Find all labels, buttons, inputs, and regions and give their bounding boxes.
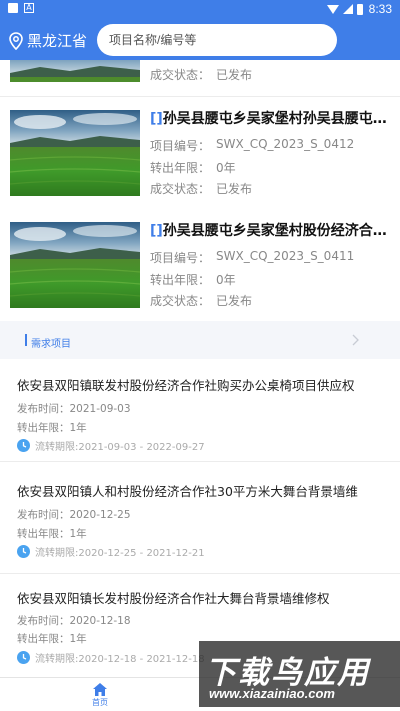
signal-icon: [342, 4, 353, 14]
demand-item[interactable]: 依安县双阳镇人和村股份经济合作社30平方米大舞台背景墙维 发布时间：2020-1…: [0, 467, 400, 567]
demand-item[interactable]: 依安县双阳镇联发村股份经济合作社购买办公桌椅项目供应权 发布时间：2021-09…: [0, 361, 400, 461]
period-text: 流转期限:2020-12-25 - 2021-12-21: [35, 548, 205, 559]
home-icon: [93, 683, 107, 696]
status-label: 成交状态：: [150, 294, 211, 308]
status-row: 成交状态： 已发布: [150, 292, 252, 309]
code-label: 项目编号：: [150, 139, 211, 153]
demand-title: 依安县双阳镇人和村股份经济合作社30平方米大舞台背景墙维: [17, 484, 358, 499]
term-label: 转出年限：: [150, 161, 211, 175]
location-pin-icon: [9, 31, 23, 50]
field-thumbnail: [10, 110, 140, 196]
transfer-period: 流转期限:2020-12-18 - 2021-12-18: [17, 650, 205, 665]
transfer-term: 转出年限：1年: [17, 528, 87, 540]
watermark-url: www.xiazainiao.com: [209, 686, 335, 701]
battery-icon: [356, 3, 363, 15]
status-time: 8:33: [368, 2, 392, 16]
code-label: 项目编号：: [150, 251, 211, 265]
search-input[interactable]: [97, 24, 337, 56]
app-header: A 8:33 黑龙江省: [0, 0, 400, 60]
code-value: SWX_CQ_2023_S_0411: [216, 249, 355, 263]
period-text: 流转期限:2020-12-18 - 2021-12-18: [35, 654, 205, 665]
code-value: SWX_CQ_2023_S_0412: [216, 137, 355, 151]
project-title: []孙吴县腰屯乡吴家堡村孙吴县腰屯乡吴家堡村: [150, 108, 390, 128]
status-value: 已发布: [216, 294, 253, 308]
title-bracket: []: [150, 111, 163, 127]
publish-time: 发布时间：2021-09-03: [17, 403, 131, 415]
section-accent-bar: [25, 334, 27, 346]
project-card[interactable]: []孙吴县腰屯乡吴家堡村股份经济合作社 项目编号： SWX_CQ_2023_S_0…: [0, 209, 400, 321]
transfer-term: 转出年限：1年: [17, 633, 87, 645]
project-card-partial[interactable]: 成交状态： 已发布: [0, 60, 400, 96]
status-label: 成交状态：: [150, 68, 211, 82]
code-row: 项目编号： SWX_CQ_2023_S_0412: [150, 137, 354, 154]
publish-time: 发布时间：2020-12-18: [17, 615, 131, 627]
title-text: 孙吴县腰屯乡吴家堡村孙吴县腰屯乡吴家堡村: [162, 111, 390, 127]
section-title: 需求项目: [31, 339, 71, 350]
field-thumbnail: [10, 222, 140, 308]
demand-title: 依安县双阳镇联发村股份经济合作社购买办公桌椅项目供应权: [17, 378, 355, 393]
status-label: 成交状态：: [150, 182, 211, 196]
project-card[interactable]: []孙吴县腰屯乡吴家堡村孙吴县腰屯乡吴家堡村 项目编号： SWX_CQ_2023_…: [0, 97, 400, 209]
clock-icon: [17, 651, 30, 664]
status-row: 成交状态： 已发布: [150, 66, 252, 83]
project-title: []孙吴县腰屯乡吴家堡村股份经济合作社: [150, 220, 390, 240]
term-row: 转出年限： 0年: [150, 271, 236, 288]
watermark: 下载鸟应用 www.xiazainiao.com: [199, 641, 400, 707]
publish-time: 发布时间：2020-12-25: [17, 509, 131, 521]
transfer-period: 流转期限:2020-12-25 - 2021-12-21: [17, 544, 205, 559]
code-row: 项目编号： SWX_CQ_2023_S_0411: [150, 249, 354, 266]
a-notification-icon: A: [24, 3, 34, 13]
term-label: 转出年限：: [150, 273, 211, 287]
term-value: 0年: [216, 273, 236, 287]
nav-home[interactable]: 首页: [85, 682, 115, 708]
status-row: 成交状态： 已发布: [150, 180, 252, 197]
title-text: 孙吴县腰屯乡吴家堡村股份经济合作社: [162, 223, 390, 239]
divider: [0, 461, 400, 462]
demand-title: 依安县双阳镇长发村股份经济合作社大舞台背景墙维修权: [17, 591, 330, 606]
transfer-period: 流转期限:2021-09-03 - 2022-09-27: [17, 438, 205, 453]
period-text: 流转期限:2021-09-03 - 2022-09-27: [35, 442, 205, 453]
transfer-term: 转出年限：1年: [17, 422, 87, 434]
field-thumbnail: [10, 60, 140, 82]
term-value: 0年: [216, 161, 236, 175]
notification-icon: [8, 3, 18, 13]
clock-icon: [17, 439, 30, 452]
location-label: 黑龙江省: [27, 32, 88, 50]
nav-home-label: 首页: [92, 698, 108, 707]
status-value: 已发布: [216, 68, 253, 82]
title-bracket: []: [150, 223, 163, 239]
status-bar: A 8:33: [0, 0, 400, 18]
term-row: 转出年限： 0年: [150, 159, 236, 176]
clock-icon: [17, 545, 30, 558]
location-selector[interactable]: 黑龙江省: [9, 30, 87, 51]
wifi-icon: [326, 4, 339, 14]
status-value: 已发布: [216, 182, 253, 196]
chevron-right-icon[interactable]: [349, 333, 363, 347]
